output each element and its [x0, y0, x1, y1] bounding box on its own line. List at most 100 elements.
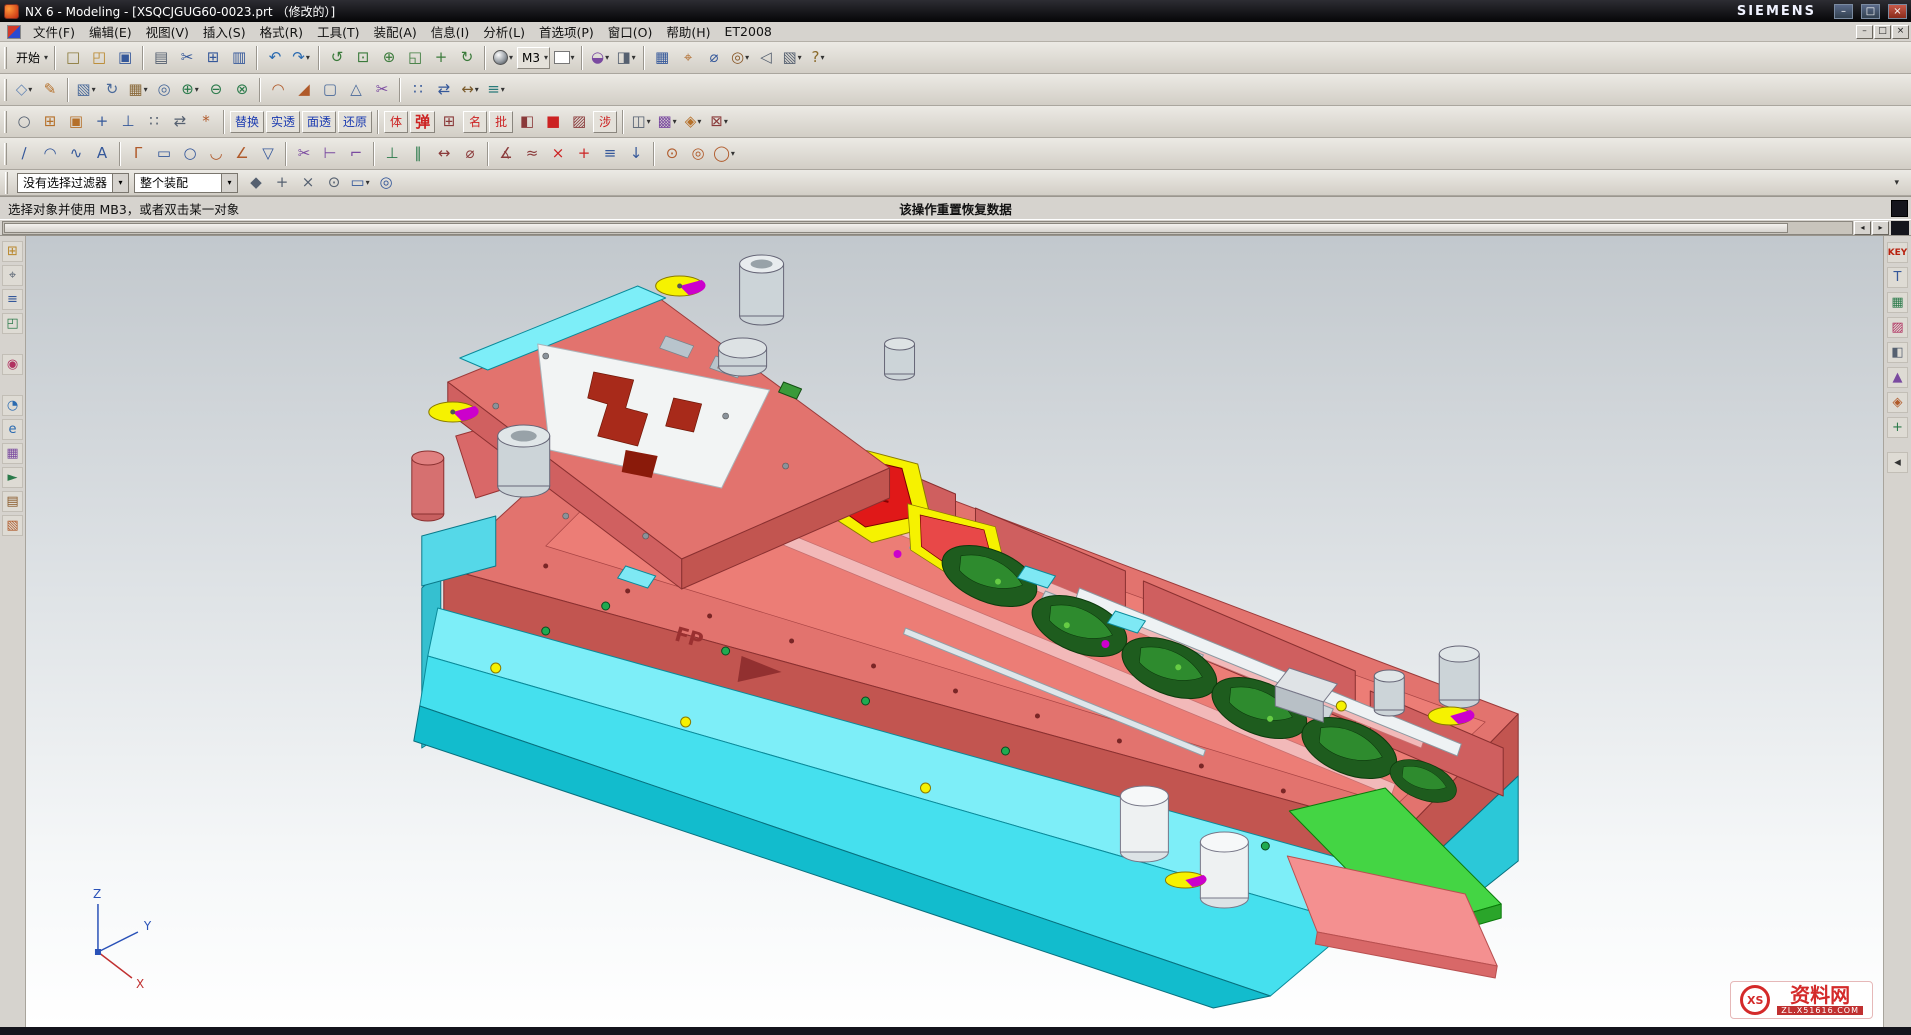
history-icon[interactable]: ◔: [2, 395, 23, 416]
quick-trim-button[interactable]: ✂: [292, 142, 316, 166]
intersection-point-button[interactable]: ×: [546, 142, 570, 166]
edit-object-display-button[interactable]: ◨▾: [614, 46, 638, 70]
menu-file[interactable]: 文件(F): [26, 21, 82, 42]
fillet-tool-button[interactable]: ◡: [204, 142, 228, 166]
selection-scope-combo[interactable]: 整个装配 ▾: [134, 173, 238, 193]
snap-intersection-button[interactable]: ×: [296, 171, 320, 195]
point-tool-button[interactable]: +: [572, 142, 596, 166]
menu-format[interactable]: 格式(R): [253, 21, 310, 42]
parallel-constraint-button[interactable]: ∥: [406, 142, 430, 166]
trim-body-button[interactable]: ✂: [370, 78, 394, 102]
arc-tool-button[interactable]: ◠: [38, 142, 62, 166]
chevron-down-icon[interactable]: ▾: [647, 117, 651, 126]
project-curve-button[interactable]: ↓: [624, 142, 648, 166]
quick-extend-button[interactable]: ⊢: [318, 142, 342, 166]
reuse-library-icon[interactable]: ◰: [2, 313, 23, 334]
shade-macro-button[interactable]: ▩▾: [655, 110, 679, 134]
chevron-down-icon[interactable]: ▾: [798, 53, 802, 62]
constraint-navigator-icon[interactable]: ⌖: [2, 265, 23, 286]
chevron-down-icon[interactable]: ▾: [112, 174, 128, 192]
chevron-down-icon[interactable]: ▾: [475, 85, 479, 94]
select-filter-button[interactable]: ◁: [754, 46, 778, 70]
redo-button[interactable]: ↷▾: [289, 46, 313, 70]
view-cone-icon[interactable]: ▲: [1887, 367, 1908, 388]
chevron-down-icon[interactable]: ▾: [544, 53, 548, 62]
boxed-x-macro-button[interactable]: ⊠▾: [707, 110, 731, 134]
close-button[interactable]: ×: [1888, 4, 1907, 19]
paste-button[interactable]: ▥: [227, 46, 251, 70]
name-macro-button[interactable]: 名: [463, 111, 487, 133]
intersect-button[interactable]: ⊗: [230, 78, 254, 102]
scrollbar-thumb[interactable]: [4, 223, 1788, 233]
rectangle-tool-button[interactable]: ▭: [152, 142, 176, 166]
3d-viewport[interactable]: FP Z Y X: [26, 236, 1883, 1027]
material-sample-icon[interactable]: ◧: [1887, 342, 1908, 363]
new-file-button[interactable]: □: [61, 46, 85, 70]
move-component-button[interactable]: +: [90, 110, 114, 134]
chevron-down-icon[interactable]: ▾: [306, 53, 310, 62]
chevron-down-icon[interactable]: ▾: [745, 53, 749, 62]
subtract-button[interactable]: ⊖: [204, 78, 228, 102]
chevron-down-icon[interactable]: ▾: [144, 85, 148, 94]
chevron-down-icon[interactable]: ▾: [571, 53, 575, 62]
mdi-close-button[interactable]: ×: [1892, 25, 1909, 39]
chamfer-button[interactable]: ◢: [292, 78, 316, 102]
chevron-down-icon[interactable]: ▾: [28, 85, 32, 94]
batch-macro-button[interactable]: 批: [489, 111, 513, 133]
hd3d-tools-icon[interactable]: ◉: [2, 354, 23, 375]
synchronous-modeling-button[interactable]: ≡▾: [484, 78, 508, 102]
spring-macro-button[interactable]: 弹: [410, 111, 435, 133]
move-face-button[interactable]: ↔▾: [458, 78, 482, 102]
find-component-button[interactable]: ○: [12, 110, 36, 134]
replace-macro-button[interactable]: 替换: [230, 111, 264, 133]
menu-information[interactable]: 信息(I): [424, 21, 476, 42]
menu-window[interactable]: 窗口(O): [601, 21, 660, 42]
scroll-right-icon[interactable]: ▸: [1872, 221, 1889, 235]
graphics-window[interactable]: FP Z Y X XS 资料网 ZL.X51616.COM: [26, 236, 1883, 1027]
revolve-button[interactable]: ↻: [100, 78, 124, 102]
chevron-down-icon[interactable]: ▾: [605, 53, 609, 62]
shell-button[interactable]: ▢: [318, 78, 342, 102]
maximize-button[interactable]: □: [1861, 4, 1880, 19]
sketch-button[interactable]: ✎: [38, 78, 62, 102]
inferred-dimension-button[interactable]: ⌀: [458, 142, 482, 166]
highlight-selection-button[interactable]: ◎: [374, 171, 398, 195]
menu-tools[interactable]: 工具(T): [310, 21, 366, 42]
draft-button[interactable]: △: [344, 78, 368, 102]
chamfer-tool-button[interactable]: ∠: [230, 142, 254, 166]
view-layout-combo[interactable]: M3▾: [517, 47, 550, 69]
chevron-down-icon[interactable]: ▾: [44, 53, 48, 62]
snap-midpoint-button[interactable]: ◆: [244, 171, 268, 195]
zoom-in-button[interactable]: ⊕: [377, 46, 401, 70]
measure-distance-button[interactable]: ⌀: [702, 46, 726, 70]
mirror-feature-button[interactable]: ⇄: [432, 78, 456, 102]
hatch-macro-button[interactable]: ▨: [567, 110, 591, 134]
print-button[interactable]: ▤: [149, 46, 173, 70]
chevron-down-icon[interactable]: ▾: [366, 178, 370, 187]
auto-dimension-button[interactable]: ↔: [432, 142, 456, 166]
grid-macro-button[interactable]: ⊞: [437, 110, 461, 134]
web-browser-icon[interactable]: e: [2, 419, 23, 440]
chevron-down-icon[interactable]: ▾: [673, 117, 677, 126]
polygon-tool-button[interactable]: ▽: [256, 142, 280, 166]
pattern-feature-button[interactable]: ∷: [406, 78, 430, 102]
block-button[interactable]: ▦▾: [126, 78, 150, 102]
background-color-swatch[interactable]: ▾: [552, 46, 576, 70]
touch-panel-icon[interactable]: ▧: [2, 515, 23, 536]
menu-insert[interactable]: 插入(S): [196, 21, 253, 42]
minimize-button[interactable]: –: [1834, 4, 1853, 19]
selection-filter-combo[interactable]: 没有选择过滤器 ▾: [17, 173, 129, 193]
datum-plane-button[interactable]: ◇▾: [12, 78, 36, 102]
rotate-view-button[interactable]: ↻: [455, 46, 479, 70]
window-macro-button[interactable]: ◫▾: [629, 110, 653, 134]
geometric-constraints-button[interactable]: ⊥: [380, 142, 404, 166]
hole-button[interactable]: ◎: [152, 78, 176, 102]
chevron-down-icon[interactable]: ▾: [697, 117, 701, 126]
body-macro-button[interactable]: 体: [384, 111, 408, 133]
save-button[interactable]: ▣: [113, 46, 137, 70]
menu-preferences[interactable]: 首选项(P): [532, 21, 601, 42]
line-tool-button[interactable]: ∕: [12, 142, 36, 166]
circle-three-point-button[interactable]: ◎: [686, 142, 710, 166]
part-navigator-icon[interactable]: ≡: [2, 289, 23, 310]
open-file-button[interactable]: ◰: [87, 46, 111, 70]
